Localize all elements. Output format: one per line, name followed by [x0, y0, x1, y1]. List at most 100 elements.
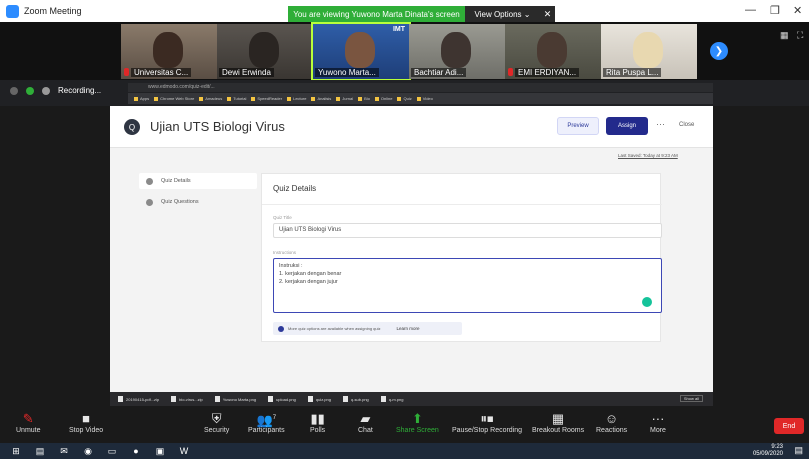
- download-item[interactable]: q-m.png: [381, 396, 404, 402]
- more-options-icon[interactable]: ···: [656, 119, 665, 129]
- gallery-view-icon[interactable]: ▦: [780, 30, 789, 41]
- shared-screen-page: Q Ujian UTS Biologi Virus Preview Assign…: [110, 106, 713, 392]
- word-icon[interactable]: W: [176, 445, 192, 457]
- last-saved-text[interactable]: Last Saved: Today at 9:23 AM: [618, 153, 678, 158]
- quiz-header: Q Ujian UTS Biologi Virus Preview Assign…: [110, 106, 713, 148]
- stop-video-button[interactable]: ■ Stop Video: [69, 410, 103, 434]
- toolbar-label: Pause/Stop Recording: [452, 427, 523, 434]
- bookmark[interactable]: Quiz: [397, 96, 411, 101]
- folder-icon[interactable]: ▭: [104, 445, 120, 457]
- download-item[interactable]: Yuwono Marta.png: [215, 396, 256, 402]
- bookmark[interactable]: SpeedReader: [251, 96, 282, 101]
- active-speaker-badge: IMT: [392, 26, 405, 33]
- instruction-line: 2. kerjakan dengan jujur: [279, 279, 338, 285]
- breakout-rooms-button[interactable]: ▦ Breakout Rooms: [532, 410, 584, 434]
- bookmark[interactable]: Online: [375, 96, 393, 101]
- participant-tile[interactable]: Bachtiar Adi...: [409, 24, 505, 79]
- nav-item-quiz-details[interactable]: Quiz Details: [139, 173, 257, 189]
- participant-name: Dewi Erwinda: [219, 68, 274, 77]
- bookmark[interactable]: Video: [417, 96, 433, 101]
- grammarly-icon[interactable]: [642, 297, 652, 307]
- view-options-button[interactable]: View Options ⌄: [465, 6, 540, 22]
- notification-icon[interactable]: ▤: [794, 445, 803, 456]
- download-item[interactable]: bio-virus...zip: [171, 396, 203, 402]
- instructions-textarea[interactable]: Instruksi : 1. kerjakan dengan benar 2. …: [273, 258, 662, 313]
- bookmark[interactable]: Chrome Web Store: [154, 96, 194, 101]
- toolbar-label: Participants: [248, 427, 285, 434]
- show-all-downloads-button[interactable]: Show all: [679, 395, 703, 402]
- window-title: Zoom Meeting: [24, 6, 82, 16]
- shield-icon: [26, 86, 34, 95]
- security-button[interactable]: ⛨ Security: [204, 410, 229, 434]
- unmute-button[interactable]: ✎ Unmute: [16, 410, 41, 434]
- close-share-icon[interactable]: ✕: [540, 6, 555, 22]
- quiz-title-input[interactable]: Ujian UTS Biologi Virus: [273, 223, 662, 238]
- video-camera-icon: ■: [82, 411, 90, 426]
- muted-mic-icon: ✎: [22, 411, 34, 426]
- recording-indicator[interactable]: Recording...: [10, 86, 101, 95]
- download-item[interactable]: q-sub.png: [343, 396, 369, 402]
- toolbar-label: Polls: [310, 427, 326, 434]
- minimize-button[interactable]: —: [745, 4, 756, 16]
- pause-stop-icon: ⏸⏹: [480, 411, 494, 426]
- share-screen-button[interactable]: ⬆ Share Screen: [396, 410, 439, 434]
- more-dots-icon: ···: [651, 411, 665, 426]
- polls-button[interactable]: ▮▮ Polls: [310, 410, 325, 434]
- download-item[interactable]: quiz.png: [308, 396, 331, 402]
- zoom-taskbar-icon[interactable]: ▣: [152, 445, 168, 457]
- toolbar-label: Share Screen: [396, 427, 439, 434]
- assign-button[interactable]: Assign: [606, 117, 648, 135]
- more-button[interactable]: ··· More: [650, 410, 666, 434]
- bookmark[interactable]: Tutorial: [227, 96, 246, 101]
- download-item[interactable]: upload.png: [268, 396, 296, 402]
- participant-tile[interactable]: Dewi Erwinda: [217, 24, 313, 79]
- end-meeting-button[interactable]: End: [774, 418, 804, 434]
- bookmark[interactable]: Jurnal: [336, 96, 353, 101]
- bookmark[interactable]: Apps: [134, 96, 149, 101]
- download-shelf: 20190415-pdf...zip bio-virus...zip Yuwon…: [110, 392, 713, 406]
- participants-button[interactable]: 👥7 Participants: [248, 410, 285, 434]
- quiz-side-nav: Quiz Details Quiz Questions: [139, 173, 257, 215]
- bookmark[interactable]: Lecture: [287, 96, 306, 101]
- nav-item-label: Quiz Questions: [161, 199, 199, 205]
- participant-tile[interactable]: Universitas C...: [121, 24, 217, 79]
- store-icon[interactable]: ▤: [32, 445, 48, 457]
- firefox-icon[interactable]: ●: [128, 445, 144, 457]
- preview-button[interactable]: Preview: [557, 117, 599, 135]
- participant-name: Rita Puspa L...: [603, 68, 662, 77]
- bookmark[interactable]: Analisis: [311, 96, 331, 101]
- info-icon: [278, 325, 284, 332]
- chat-button[interactable]: ▰ Chat: [358, 410, 373, 434]
- breakout-rooms-icon: ▦: [551, 411, 565, 426]
- instruction-line: Instruksi :: [279, 263, 303, 269]
- nav-item-quiz-questions[interactable]: Quiz Questions: [139, 194, 257, 210]
- toolbar-label: Reactions: [596, 427, 628, 434]
- edge-icon[interactable]: ◉: [80, 445, 96, 457]
- restore-button[interactable]: ❐: [770, 4, 780, 17]
- toolbar-label: More: [650, 427, 666, 434]
- learn-more-link[interactable]: Learn more: [397, 326, 420, 331]
- close-button[interactable]: Close: [679, 122, 694, 128]
- share-screen-icon: ⬆: [411, 411, 423, 426]
- reactions-button[interactable]: ☺ Reactions: [596, 410, 627, 434]
- participant-tile[interactable]: Rita Puspa L...: [601, 24, 697, 79]
- participant-tile[interactable]: EMI ERDIYAN...: [505, 24, 601, 79]
- zoom-app-icon: [6, 4, 19, 18]
- divider: [262, 204, 662, 205]
- bookmark[interactable]: Bio: [358, 96, 370, 101]
- windows-start-icon[interactable]: ⊞: [8, 445, 24, 457]
- download-item[interactable]: 20190415-pdf...zip: [118, 396, 159, 402]
- fullscreen-icon[interactable]: ⛶: [797, 30, 803, 41]
- windows-taskbar: ⊞ ▤ ✉ ◉ ▭ ● ▣ W 9:23 05/09/2020 ▤: [0, 443, 809, 459]
- close-window-button[interactable]: ✕: [793, 4, 802, 17]
- next-participants-chevron-icon[interactable]: ❯: [710, 42, 728, 60]
- system-tray[interactable]: 9:23 05/09/2020: [753, 444, 783, 458]
- pause-stop-recording-button[interactable]: ⏸⏹ Pause/Stop Recording: [452, 410, 522, 434]
- participant-tile-active[interactable]: IMT Yuwono Marta...: [311, 22, 411, 81]
- record-icon: [42, 86, 50, 95]
- bookmark[interactable]: Amadeus: [199, 96, 222, 101]
- toolbar-label: Chat: [358, 427, 373, 434]
- mail-icon[interactable]: ✉: [56, 445, 72, 457]
- participant-strip: Universitas C... Dewi Erwinda IMT Yuwono…: [0, 22, 809, 81]
- url-bar[interactable]: www.edmodo.com/quiz-edit/...: [128, 83, 713, 92]
